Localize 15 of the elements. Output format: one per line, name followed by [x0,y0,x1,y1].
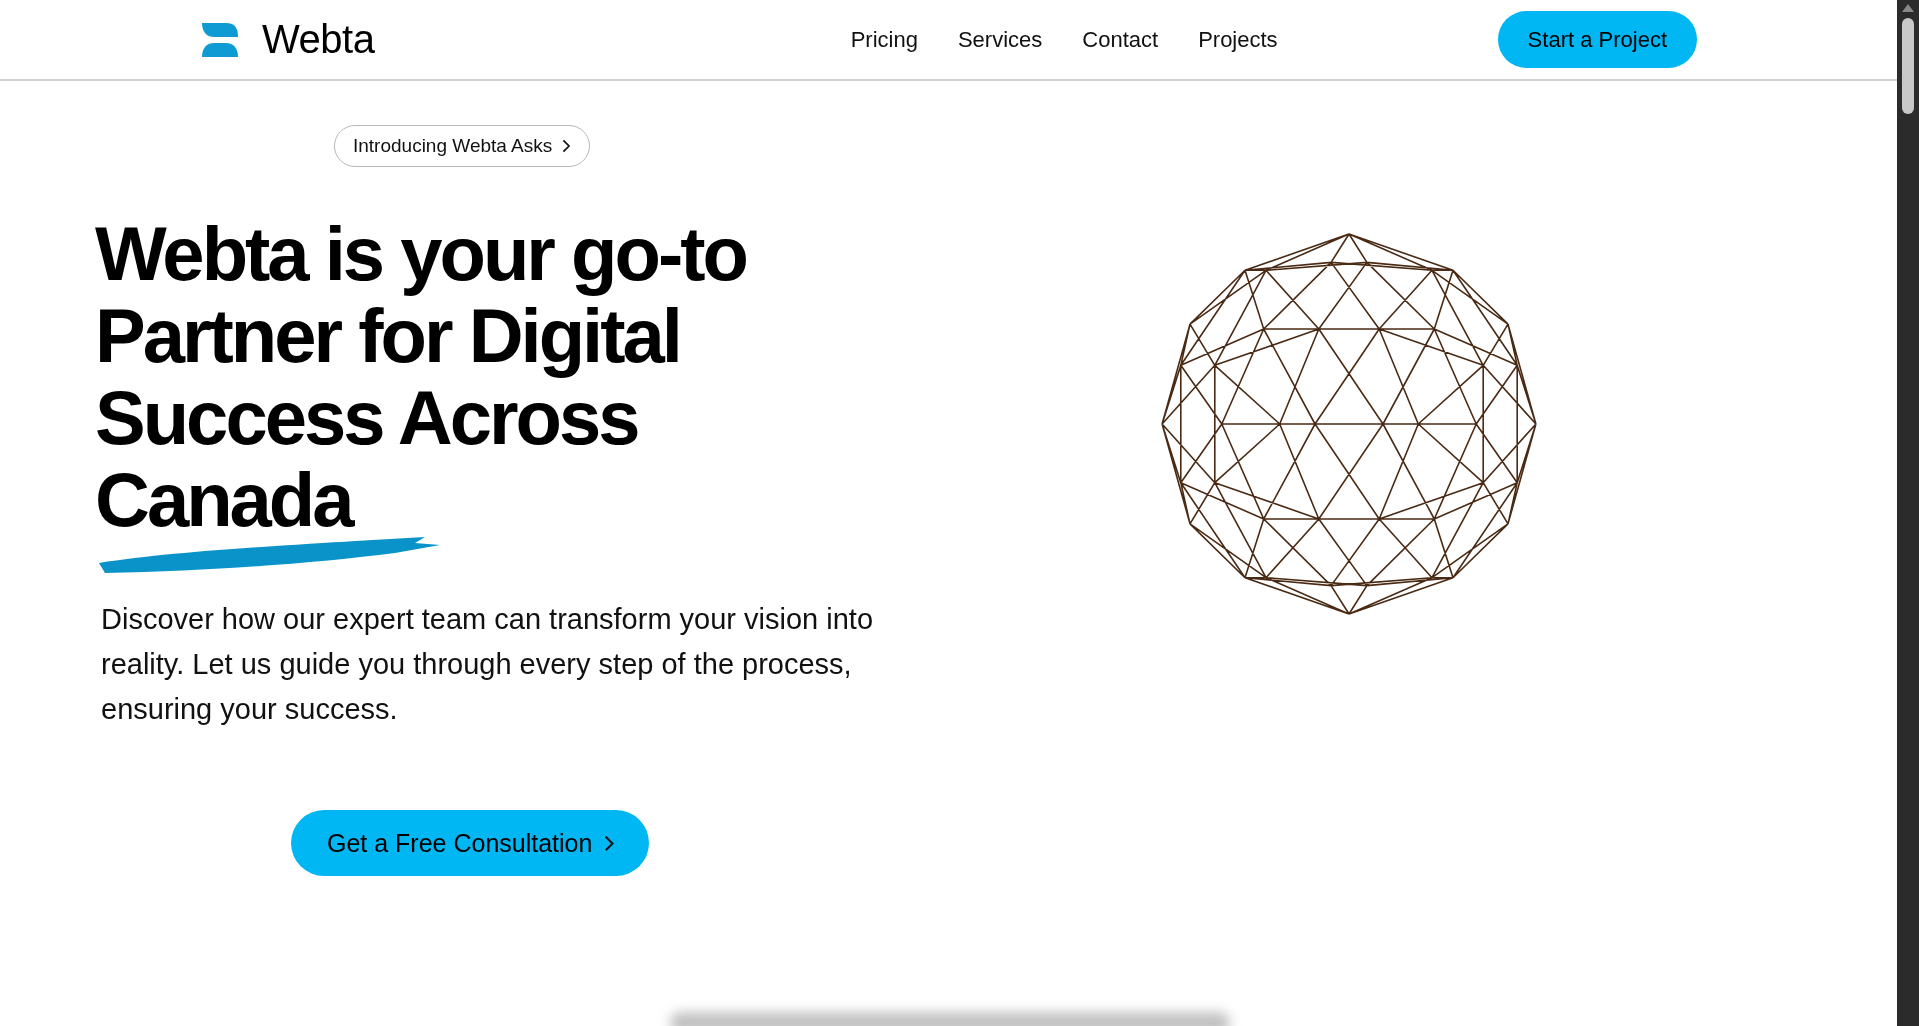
logo-icon [200,20,240,59]
chevron-right-icon [562,139,571,153]
scroll-up-icon[interactable] [1902,4,1914,12]
hero-heading: Webta is your go-to Partner for Digital Success Across Canada [95,213,746,541]
hero-description: Discover how our expert team can transform your vision into reality. Let us guide you through every step of the process, ensuring your success. [101,602,875,727]
logo-text: Webta [262,17,375,62]
start-project-button[interactable]: Start a Project [1497,11,1697,68]
nav-link[interactable]: Pricing [850,26,918,53]
scrollbar-thumb[interactable] [1902,18,1914,114]
consultation-button[interactable]: Get a Free Consultation [291,810,649,876]
chevron-right-icon [604,834,615,852]
nav-link[interactable]: Contact [1082,26,1159,53]
nav-link[interactable]: Services [957,26,1043,53]
nav-link[interactable]: Projects [1198,26,1278,53]
scrollbar[interactable] [1897,0,1919,1026]
